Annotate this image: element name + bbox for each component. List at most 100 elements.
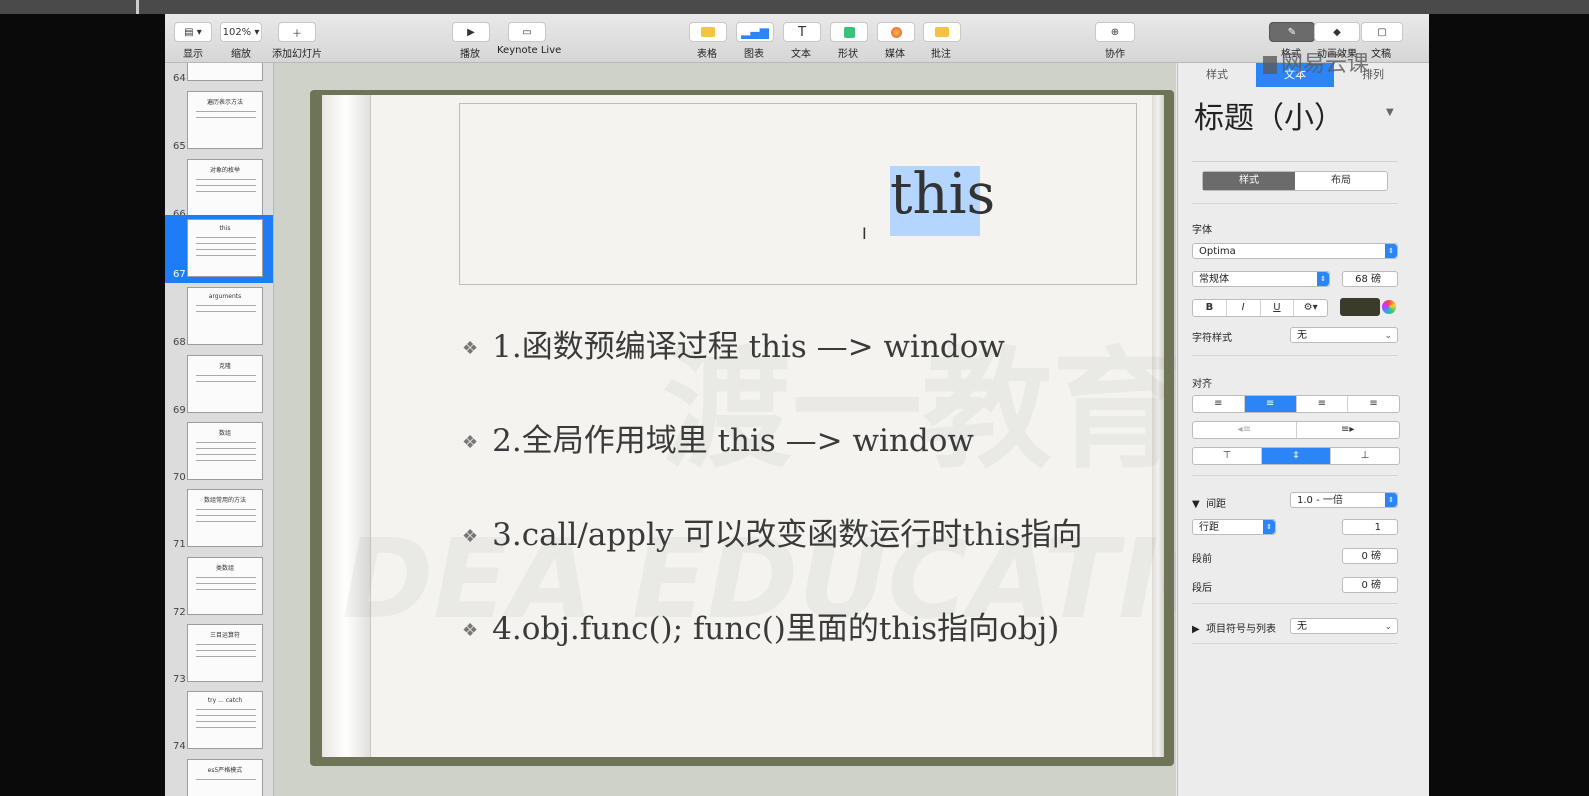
slide-canvas[interactable]: 渡一教育 DEA EDUCATION this I ❖1.函数预编译过程 thi… bbox=[274, 63, 1176, 796]
collaborate-button[interactable]: ⊕ 协作 bbox=[1095, 22, 1135, 60]
spacing-section-label[interactable]: ▼ 间距 bbox=[1192, 495, 1226, 510]
space-after-label: 段后 bbox=[1192, 583, 1212, 594]
line-spacing-select[interactable]: 行距 ⇕ bbox=[1192, 519, 1276, 535]
bullet-item[interactable]: ❖ 4.obj.func(); func()里面的this指向obj) bbox=[462, 603, 1059, 648]
align-center-icon[interactable]: ≡ bbox=[1244, 396, 1297, 412]
tab-style[interactable]: 样式 bbox=[1178, 63, 1256, 87]
add-slide-button[interactable]: ＋ 添加幻灯片 bbox=[269, 22, 325, 60]
slide-thumbnail[interactable]: 类数组 72 bbox=[165, 553, 273, 621]
chevron-down-icon[interactable]: ▼ bbox=[1386, 107, 1394, 118]
zoom-value: 102% bbox=[222, 26, 252, 38]
align-left-icon[interactable]: ≡ bbox=[1193, 396, 1245, 412]
collaborate-label: 协作 bbox=[1105, 49, 1125, 60]
media-label: 媒体 bbox=[885, 49, 905, 60]
diamond-bullet-icon: ❖ bbox=[462, 338, 479, 359]
bullets-select[interactable]: 无 ⌄ bbox=[1290, 618, 1398, 634]
thumbnail-title: arguments bbox=[208, 293, 242, 300]
line-spacing-label: 行距 bbox=[1199, 522, 1219, 533]
view-button[interactable]: ▤ ▾ 显示 bbox=[173, 22, 213, 60]
subtab-layout[interactable]: 布局 bbox=[1295, 172, 1387, 190]
space-after-field[interactable]: 0 磅 bbox=[1342, 577, 1398, 593]
document-icon: ▢ bbox=[1377, 26, 1387, 38]
align-right-icon[interactable]: ≡ bbox=[1297, 396, 1349, 412]
align-top-icon[interactable]: ⊤ bbox=[1193, 448, 1262, 464]
color-wheel-icon[interactable] bbox=[1382, 300, 1396, 314]
bullets-label: 项目符号与列表 bbox=[1206, 624, 1277, 635]
keynote-live-button[interactable]: ▭ Keynote Live bbox=[497, 22, 561, 56]
char-style-select[interactable]: 无 ⌄ bbox=[1290, 327, 1398, 343]
thumbnail-title: 数组常用的方法 bbox=[203, 497, 246, 504]
bullet-text: 2.全局作用域里 this —> window bbox=[492, 423, 974, 459]
slide-number: 68 bbox=[173, 337, 186, 348]
title-textbox[interactable]: this I bbox=[459, 103, 1137, 285]
bullet-text: 4.obj.func(); func()里面的this指向obj) bbox=[492, 611, 1060, 647]
bullet-item[interactable]: ❖ 2.全局作用域里 this —> window bbox=[462, 415, 974, 460]
divider bbox=[1192, 603, 1398, 604]
slide-thumbnail[interactable]: 对象的枚举66 bbox=[165, 155, 273, 223]
divider bbox=[1192, 355, 1398, 356]
slide-thumbnail[interactable]: es5严格模式 bbox=[165, 755, 273, 796]
shape-button[interactable]: 形状 bbox=[830, 22, 868, 60]
slide-number: 72 bbox=[173, 607, 186, 618]
font-style-value: 常规体 bbox=[1199, 274, 1229, 285]
space-before-field[interactable]: 0 磅 bbox=[1342, 548, 1398, 564]
slide-number: 64 bbox=[173, 73, 186, 84]
slide-number: 69 bbox=[173, 405, 186, 416]
slide-page[interactable]: 渡一教育 DEA EDUCATION this I ❖1.函数预编译过程 thi… bbox=[322, 95, 1176, 757]
media-icon bbox=[890, 26, 902, 38]
slide-thumbnail[interactable]: 数组常用的方法 71 bbox=[165, 485, 273, 553]
font-family-value: Optima bbox=[1199, 246, 1236, 257]
align-section-label: 对齐 bbox=[1192, 379, 1212, 390]
comment-icon bbox=[935, 27, 949, 37]
diamond-bullet-icon: ❖ bbox=[462, 432, 479, 453]
bullet-item[interactable]: ❖ 1.函数预编译过程 this —> window bbox=[462, 321, 1005, 366]
thumbnail-title: 数组 bbox=[218, 430, 231, 437]
underline-button[interactable]: U bbox=[1261, 300, 1295, 316]
gear-icon[interactable]: ⚙▾ bbox=[1294, 300, 1327, 316]
slide-number: 70 bbox=[173, 472, 186, 483]
font-size-field[interactable]: 68 磅 bbox=[1342, 271, 1398, 287]
line-spacing-field[interactable]: 1 bbox=[1342, 519, 1398, 535]
bold-button[interactable]: B bbox=[1193, 300, 1227, 316]
align-bottom-icon[interactable]: ⊥ bbox=[1331, 448, 1399, 464]
align-justify-icon[interactable]: ≡ bbox=[1348, 396, 1399, 412]
slide-thumbnail[interactable]: 64 bbox=[165, 63, 273, 87]
paragraph-style-selector[interactable]: 标题（小） bbox=[1194, 93, 1344, 137]
slide-thumbnail[interactable]: 数组 70 bbox=[165, 418, 273, 486]
comment-button[interactable]: 批注 bbox=[923, 22, 961, 60]
bullets-section-label[interactable]: ▶ 项目符号与列表 bbox=[1192, 620, 1276, 635]
thumbnail-title: 遍历表示方法 bbox=[206, 99, 243, 106]
text-color-well[interactable] bbox=[1340, 298, 1380, 316]
slide-thumbnail[interactable]: try ... catch 74 bbox=[165, 687, 273, 755]
keynote-window: ▤ ▾ 显示 102% ▾ 缩放 ＋ 添加幻灯片 ▶ 播放 ▭ Keynote … bbox=[165, 14, 1429, 796]
font-style-select[interactable]: 常规体 ⇕ bbox=[1192, 271, 1330, 287]
book-spine bbox=[322, 95, 371, 757]
text-button[interactable]: T 文本 bbox=[783, 22, 821, 60]
space-before-label: 段前 bbox=[1192, 554, 1212, 565]
play-button[interactable]: ▶ 播放 bbox=[452, 22, 490, 60]
slide-thumbnail[interactable]: arguments 68 bbox=[165, 283, 273, 351]
chart-button[interactable]: ▂▄▆ 图表 bbox=[736, 22, 774, 60]
subtab-style[interactable]: 样式 bbox=[1203, 172, 1295, 190]
slide-thumbnail-selected[interactable]: this 67 bbox=[165, 215, 273, 283]
slide-thumbnail[interactable]: 遍历表示方法 65 bbox=[165, 87, 273, 155]
slide-navigator[interactable]: 64 遍历表示方法 65 对象的枚举66 this 67 arguments 68 克… bbox=[165, 63, 274, 796]
slide-thumbnail[interactable]: 三目运算符 73 bbox=[165, 620, 273, 688]
left-letterbox bbox=[0, 14, 165, 796]
table-button[interactable]: 表格 bbox=[689, 22, 727, 60]
bullet-item[interactable]: ❖ 3.call/apply 可以改变函数运行时this指向 bbox=[462, 509, 1083, 554]
increase-indent-icon[interactable]: ≡▸ bbox=[1297, 422, 1400, 438]
stepper-arrows-icon: ⇕ bbox=[1317, 272, 1329, 286]
font-family-select[interactable]: Optima ⇕ bbox=[1192, 243, 1398, 259]
zoom-button[interactable]: 102% ▾ 缩放 bbox=[219, 22, 263, 60]
media-button[interactable]: 媒体 bbox=[877, 22, 915, 60]
spacing-select[interactable]: 1.0 - 一倍 ⇕ bbox=[1290, 492, 1398, 508]
align-middle-icon[interactable]: ‡ bbox=[1262, 448, 1331, 464]
slide-title[interactable]: this bbox=[890, 162, 995, 227]
slide-thumbnail[interactable]: 克隆 69 bbox=[165, 351, 273, 419]
bullet-text: 1.函数预编译过程 this —> window bbox=[492, 329, 1005, 365]
italic-button[interactable]: I bbox=[1227, 300, 1261, 316]
table-icon bbox=[701, 27, 715, 37]
decrease-indent-icon[interactable]: ◂≡ bbox=[1193, 422, 1297, 438]
chevron-down-icon: ⌄ bbox=[1384, 331, 1392, 341]
